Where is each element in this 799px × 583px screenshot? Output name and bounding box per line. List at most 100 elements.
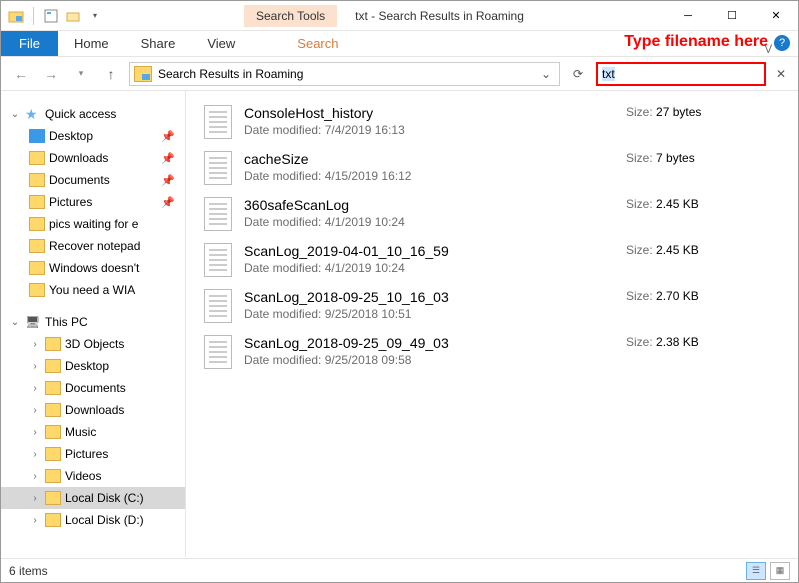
result-row[interactable]: ScanLog_2018-09-25_10_16_03Date modified…	[204, 283, 786, 329]
sidebar-item[interactable]: › Desktop	[1, 355, 185, 377]
search-tools-contextual: Search Tools	[244, 5, 337, 27]
tab-search[interactable]: Search	[281, 31, 354, 56]
sidebar-item[interactable]: Desktop📌	[1, 125, 185, 147]
folder-icon	[45, 491, 61, 505]
new-folder-icon[interactable]	[64, 7, 82, 25]
file-size: Size: 7 bytes	[626, 151, 786, 165]
clear-search-button[interactable]: ✕	[772, 67, 790, 81]
chevron-right-icon[interactable]: ›	[29, 493, 41, 504]
item-count: 6 items	[9, 564, 48, 578]
titlebar: ▾ Search Tools txt - Search Results in R…	[1, 1, 798, 31]
address-dropdown-icon[interactable]: ⌄	[537, 67, 555, 81]
sidebar-item[interactable]: You need a WIA	[1, 279, 185, 301]
pin-icon: 📌	[161, 196, 175, 209]
up-button[interactable]: ↑	[99, 62, 123, 86]
maximize-button[interactable]: ☐	[710, 2, 754, 30]
large-icons-view-button[interactable]: ▦	[770, 562, 790, 580]
back-button[interactable]: ←	[9, 62, 33, 86]
folder-icon	[45, 403, 61, 417]
result-row[interactable]: ScanLog_2019-04-01_10_16_59 Date modified…	[204, 237, 786, 283]
results-list: ConsoleHost_historyDate modified: 7/4/20…	[186, 91, 798, 557]
ribbon-collapse-icon[interactable]: ⋁	[765, 43, 772, 54]
document-icon	[204, 243, 232, 277]
file-size: Size: 27 bytes	[626, 105, 786, 119]
sidebar-item[interactable]: Pictures📌	[1, 191, 185, 213]
file-size: Size: 2.70 KB	[626, 289, 786, 303]
help-icon[interactable]: ?	[774, 35, 790, 51]
sidebar-item[interactable]: pics waiting for e	[1, 213, 185, 235]
sidebar-item[interactable]: › Local Disk (D:)	[1, 509, 185, 531]
sidebar-item-label: Desktop	[65, 359, 109, 373]
sidebar-item[interactable]: ›Pictures	[1, 443, 185, 465]
chevron-down-icon[interactable]: ⌄	[9, 109, 21, 120]
folder-icon	[45, 425, 61, 439]
chevron-right-icon[interactable]: ›	[29, 515, 41, 526]
sidebar-item-label: 3D Objects	[65, 337, 124, 351]
file-name: cacheSize	[244, 151, 626, 167]
tab-share[interactable]: Share	[125, 31, 192, 56]
chevron-right-icon[interactable]: ›	[29, 361, 41, 372]
minimize-button[interactable]: ─	[666, 2, 710, 30]
file-size: Size: 2.45 KB	[626, 197, 786, 211]
document-icon	[204, 197, 232, 231]
quick-access-label: Quick access	[45, 107, 116, 121]
chevron-right-icon[interactable]: ›	[29, 339, 41, 350]
sidebar-item-label: You need a WIA	[49, 283, 135, 297]
properties-icon[interactable]	[42, 7, 60, 25]
close-button[interactable]: ✕	[754, 2, 798, 30]
sidebar-item[interactable]: Downloads 📌	[1, 147, 185, 169]
document-icon	[204, 289, 232, 323]
this-pc-label: This PC	[45, 315, 88, 329]
folder-icon	[45, 337, 61, 351]
sidebar-item-label: Recover notepad	[49, 239, 140, 253]
qat-dropdown-icon[interactable]: ▾	[86, 7, 104, 25]
folder-icon	[29, 129, 45, 143]
separator	[33, 7, 34, 25]
sidebar-item[interactable]: ›Documents	[1, 377, 185, 399]
search-input[interactable]: txt	[596, 62, 766, 86]
chevron-right-icon[interactable]: ›	[29, 449, 41, 460]
result-row[interactable]: ConsoleHost_historyDate modified: 7/4/20…	[204, 99, 786, 145]
chevron-right-icon[interactable]: ›	[29, 405, 41, 416]
chevron-right-icon[interactable]: ›	[29, 383, 41, 394]
chevron-right-icon[interactable]: ›	[29, 471, 41, 482]
sidebar-item-label: Downloads	[49, 151, 108, 165]
folder-icon	[29, 261, 45, 275]
sidebar-item-label: Windows doesn't	[49, 261, 139, 275]
pin-icon: 📌	[161, 152, 175, 165]
sidebar-item[interactable]: › 3D Objects	[1, 333, 185, 355]
sidebar-item[interactable]: ›Music	[1, 421, 185, 443]
chevron-right-icon[interactable]: ›	[29, 427, 41, 438]
sidebar-item[interactable]: ›Local Disk (C:)	[1, 487, 185, 509]
address-bar[interactable]: Search Results in Roaming ⌄	[129, 62, 560, 86]
tab-view[interactable]: View	[191, 31, 251, 56]
document-icon	[204, 105, 232, 139]
quick-access-toolbar: ▾	[1, 7, 104, 25]
file-modified: Date modified: 9/25/2018 09:58	[244, 353, 626, 367]
result-row[interactable]: cacheSize Date modified: 4/15/2019 16:12S…	[204, 145, 786, 191]
recent-locations-icon[interactable]: ▾	[69, 62, 93, 86]
status-bar: 6 items ☰ ▦	[1, 558, 798, 582]
folder-icon	[45, 513, 61, 527]
this-pc-root[interactable]: ⌄ 🖥 This PC	[1, 311, 185, 333]
forward-button[interactable]: →	[39, 62, 63, 86]
file-tab[interactable]: File	[1, 31, 58, 56]
sidebar-item[interactable]: Documents📌	[1, 169, 185, 191]
file-name: ScanLog_2019-04-01_10_16_59	[244, 243, 626, 259]
sidebar-item-label: Local Disk (D:)	[65, 513, 144, 527]
details-view-button[interactable]: ☰	[746, 562, 766, 580]
sidebar-item[interactable]: Windows doesn't	[1, 257, 185, 279]
result-row[interactable]: 360safeScanLogDate modified: 4/1/2019 10…	[204, 191, 786, 237]
quick-access-root[interactable]: ⌄ ★ Quick access	[1, 103, 185, 125]
result-row[interactable]: ScanLog_2018-09-25_09_49_03Date modified…	[204, 329, 786, 375]
file-modified: Date modified: 4/1/2019 10:24	[244, 261, 626, 275]
chevron-down-icon[interactable]: ⌄	[9, 317, 21, 328]
refresh-button[interactable]: ⟳	[566, 62, 590, 86]
sidebar-item[interactable]: Recover notepad	[1, 235, 185, 257]
folder-icon	[29, 239, 45, 253]
tab-home[interactable]: Home	[58, 31, 125, 56]
sidebar-item[interactable]: ›Downloads	[1, 399, 185, 421]
sidebar-item[interactable]: ›Videos	[1, 465, 185, 487]
folder-icon	[29, 151, 45, 165]
file-modified: Date modified: 4/15/2019 16:12	[244, 169, 626, 183]
